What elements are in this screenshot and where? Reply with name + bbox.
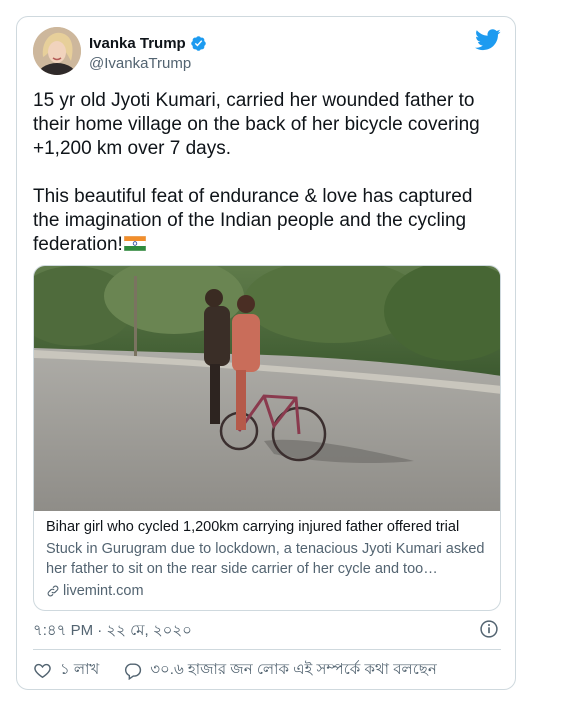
reply-action[interactable]: ৩০.৬ হাজার জন লোক এই সম্পর্কে কথা বলছেন xyxy=(123,658,437,683)
author-name[interactable]: Ivanka Trump xyxy=(89,35,186,52)
twitter-bird-icon[interactable] xyxy=(475,29,501,51)
link-description: Stuck in Gurugram due to lockdown, a ten… xyxy=(46,541,485,577)
avatar[interactable] xyxy=(33,27,81,75)
tweet-paragraph-2-wrap: This beautiful feat of endurance & love … xyxy=(33,185,501,257)
tweet-text: 15 yr old Jyoti Kumari, carried her woun… xyxy=(33,89,501,257)
divider xyxy=(33,649,501,650)
verified-badge-icon xyxy=(190,36,206,51)
link-preview-card[interactable]: Bihar girl who cycled 1,200km carrying i… xyxy=(33,265,501,611)
tweet-timestamp[interactable]: ৭:৪৭ PM · ২২ মে, ২০২০ xyxy=(33,619,192,644)
like-count: ১ লাখ xyxy=(60,660,100,678)
heart-icon[interactable] xyxy=(33,661,52,680)
india-flag-icon xyxy=(123,236,146,251)
info-icon[interactable] xyxy=(479,619,499,639)
link-preview-image[interactable] xyxy=(34,266,501,511)
like-action[interactable]: ১ লাখ xyxy=(33,658,99,683)
tweet-header: Ivanka Trump @IvankaTrump xyxy=(33,27,501,83)
tweet-paragraph-1: 15 yr old Jyoti Kumari, carried her woun… xyxy=(33,90,480,159)
tweet-paragraph-2: This beautiful feat of endurance & love … xyxy=(33,186,473,255)
link-meta: Bihar girl who cycled 1,200km carrying i… xyxy=(46,518,492,601)
link-domain-row: livemint.com xyxy=(46,581,492,601)
reply-bubble-icon[interactable] xyxy=(123,661,142,680)
reply-text: ৩০.৬ হাজার জন লোক এই সম্পর্কে কথা বলছেন xyxy=(150,660,437,678)
link-domain: livemint.com xyxy=(63,583,144,599)
author-name-row[interactable]: Ivanka Trump xyxy=(89,35,207,52)
tweet-actions: ১ লাখ ৩০.৬ হাজার জন লোক এই সম্পর্কে কথা … xyxy=(33,659,501,681)
author-handle[interactable]: @IvankaTrump xyxy=(89,55,191,72)
link-title[interactable]: Bihar girl who cycled 1,200km carrying i… xyxy=(46,518,492,537)
tweet-card[interactable]: Ivanka Trump @IvankaTrump 15 yr old Jyot… xyxy=(16,16,516,690)
link-icon xyxy=(47,585,59,597)
